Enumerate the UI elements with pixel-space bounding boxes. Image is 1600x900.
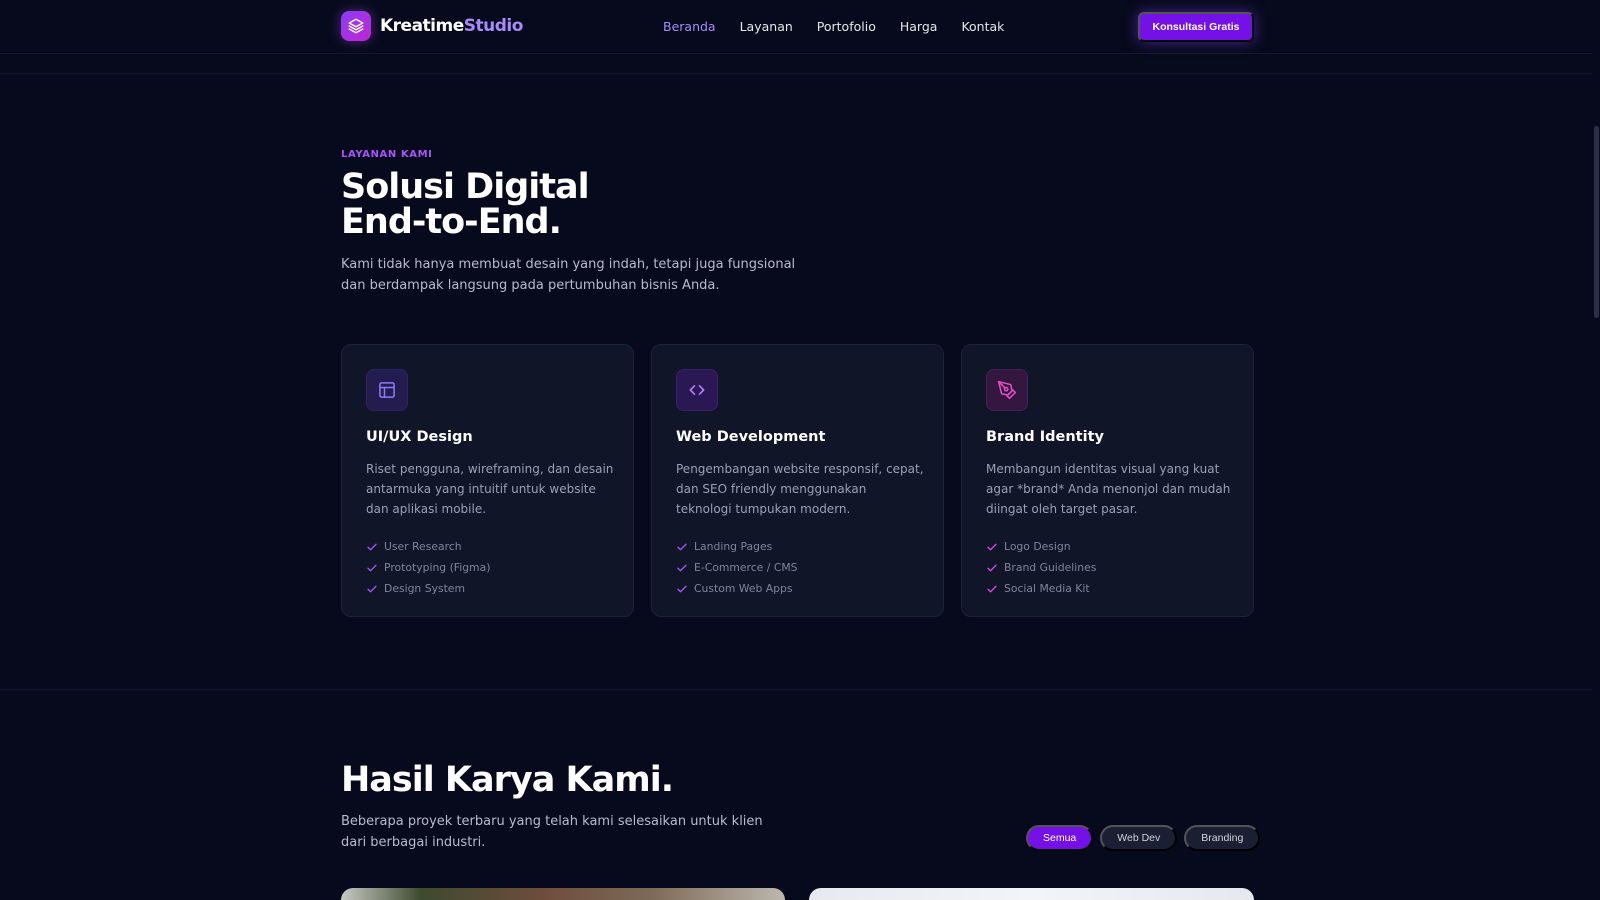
nav-link-portofolio[interactable]: Portofolio — [817, 19, 876, 34]
section-eyebrow: LAYANAN KAMI — [341, 149, 433, 160]
feature-item: Custom Web Apps — [676, 578, 798, 599]
portfolio-thumbnail[interactable] — [341, 888, 785, 900]
services-cards: UI/UX Design Riset pengguna, wireframing… — [341, 344, 1254, 617]
check-icon — [987, 564, 997, 571]
portfolio-title: Hasil Karya Kami. — [341, 760, 674, 800]
code-icon — [676, 369, 718, 411]
free-consultation-button[interactable]: Konsultasi Gratis — [1138, 12, 1254, 42]
check-icon — [987, 543, 997, 550]
nav-link-kontak[interactable]: Kontak — [961, 19, 1004, 34]
portfolio-filters: Semua Web Dev Branding — [1026, 825, 1261, 851]
pen-tool-icon — [986, 369, 1028, 411]
service-description: Pengembangan website responsif, cepat, d… — [676, 462, 924, 516]
section-divider — [0, 689, 1592, 690]
check-icon — [677, 585, 687, 592]
nav-link-harga[interactable]: Harga — [900, 19, 938, 34]
feature-item: Social Media Kit — [986, 578, 1096, 599]
header-divider — [0, 73, 1592, 74]
nav-link-layanan[interactable]: Layanan — [740, 19, 793, 34]
feature-label: User Research — [384, 540, 462, 553]
check-icon — [987, 585, 997, 592]
filter-semua[interactable]: Semua — [1026, 825, 1094, 851]
check-icon — [677, 543, 687, 550]
feature-label: Social Media Kit — [1004, 582, 1090, 595]
feature-item: Prototyping (Figma) — [366, 557, 490, 578]
brand-name-accent: Studio — [463, 16, 524, 36]
scrollbar-thumb[interactable] — [1594, 126, 1599, 318]
portfolio-description: Beberapa proyek terbaru yang telah kami … — [341, 814, 763, 850]
feature-item: Brand Guidelines — [986, 557, 1096, 578]
top-navbar: KreatimeStudio Beranda Layanan Portofoli… — [0, 0, 1592, 54]
main-menu: Beranda Layanan Portofolio Harga Kontak — [663, 19, 1004, 34]
service-card-brand[interactable]: Brand Identity Membangun identitas visua… — [961, 344, 1254, 617]
service-description: Riset pengguna, wireframing, dan desain … — [366, 462, 614, 516]
service-card-webdev[interactable]: Web Development Pengembangan website res… — [651, 344, 944, 617]
check-icon — [367, 543, 377, 550]
feature-list: Landing Pages E-Commerce / CMS Custom We… — [676, 536, 798, 599]
filter-web-dev[interactable]: Web Dev — [1100, 825, 1178, 851]
feature-label: Logo Design — [1004, 540, 1071, 553]
service-title: UI/UX Design — [366, 429, 473, 445]
feature-list: Logo Design Brand Guidelines Social Medi… — [986, 536, 1096, 599]
layers-icon — [341, 11, 371, 41]
feature-list: User Research Prototyping (Figma) Design… — [366, 536, 490, 599]
filter-branding[interactable]: Branding — [1184, 825, 1261, 851]
services-description: Kami tidak hanya membuat desain yang ind… — [341, 257, 796, 293]
check-icon — [677, 564, 687, 571]
feature-item: Landing Pages — [676, 536, 798, 557]
service-title: Web Development — [676, 429, 826, 445]
service-description: Membangun identitas visual yang kuat aga… — [986, 462, 1231, 516]
feature-label: Brand Guidelines — [1004, 561, 1097, 574]
services-title: Solusi Digital End-to-End. — [341, 167, 590, 242]
brand-name: KreatimeStudio — [380, 16, 523, 36]
feature-item: Logo Design — [986, 536, 1096, 557]
feature-label: E-Commerce / CMS — [694, 561, 798, 574]
brand-name-main: Kreatime — [380, 16, 464, 36]
check-icon — [367, 564, 377, 571]
feature-label: Prototyping (Figma) — [384, 561, 491, 574]
check-icon — [367, 585, 377, 592]
service-card-uiux[interactable]: UI/UX Design Riset pengguna, wireframing… — [341, 344, 634, 617]
feature-item: User Research — [366, 536, 490, 557]
portfolio-thumbnail[interactable] — [809, 888, 1254, 900]
feature-label: Design System — [384, 582, 465, 595]
feature-item: E-Commerce / CMS — [676, 557, 798, 578]
feature-label: Landing Pages — [694, 540, 773, 553]
service-title: Brand Identity — [986, 429, 1104, 445]
brand-logo[interactable]: KreatimeStudio — [341, 11, 523, 41]
feature-item: Design System — [366, 578, 490, 599]
feature-label: Custom Web Apps — [694, 582, 793, 595]
nav-link-beranda[interactable]: Beranda — [663, 19, 716, 34]
layout-icon — [366, 369, 408, 411]
